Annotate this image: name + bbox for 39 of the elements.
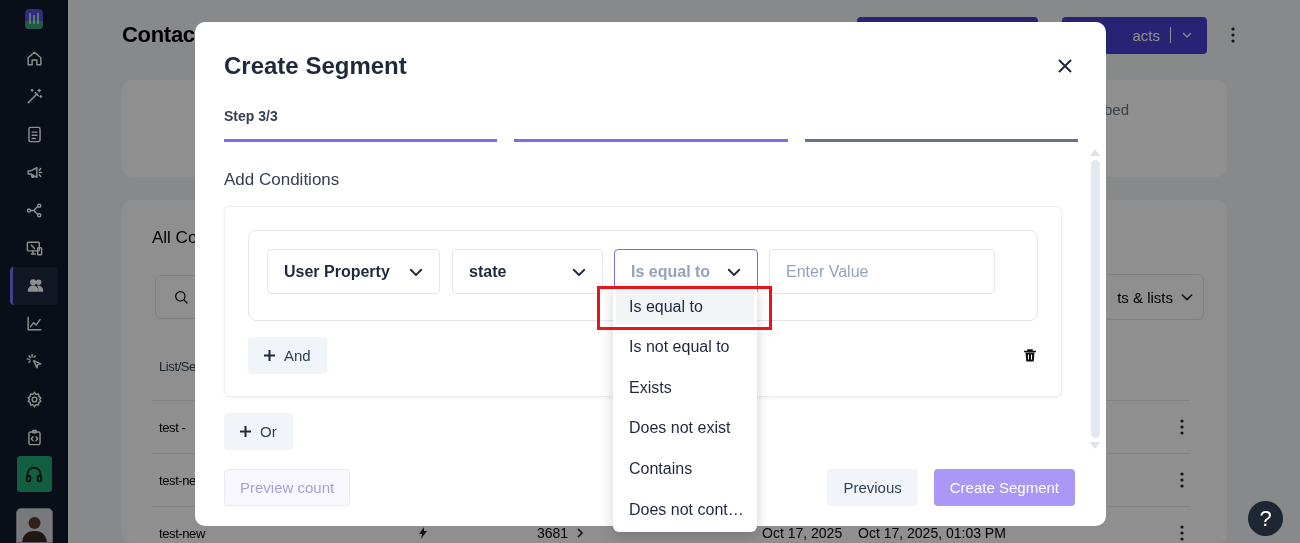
secondary-button[interactable]: Previous	[827, 469, 918, 506]
line-chart-icon	[24, 314, 44, 334]
page-title: Contac	[122, 22, 196, 48]
step-label: Step 3/3	[224, 108, 278, 124]
dropdown-option[interactable]: Does not cont…	[613, 489, 757, 531]
table-cell: test -	[159, 419, 186, 435]
table-cell: 3681	[537, 525, 569, 541]
section-title: Add Conditions	[224, 170, 340, 190]
more-icon[interactable]	[1180, 525, 1184, 541]
logo-icon	[25, 9, 43, 29]
trash-icon[interactable]	[1024, 349, 1036, 362]
scrollbar-thumb[interactable]	[1090, 160, 1100, 438]
or-button[interactable]: Or	[224, 413, 293, 450]
close-icon[interactable]	[1058, 59, 1072, 73]
more-icon[interactable]	[1180, 472, 1184, 488]
dropdown-option[interactable]: Is equal to	[616, 289, 754, 325]
dropdown-option[interactable]: Contains	[613, 448, 757, 490]
sidebar-item[interactable]	[10, 267, 58, 305]
home-icon	[24, 49, 44, 69]
property-select[interactable]: state	[452, 249, 603, 294]
table-cell: Oct 17, 2025, 01:03 PM	[858, 525, 1006, 541]
property-type-select[interactable]: User Property	[267, 249, 440, 294]
monitor-phone-icon	[24, 238, 44, 258]
chevron-right-icon	[576, 528, 584, 538]
plus-icon	[240, 426, 251, 437]
search-icon	[173, 289, 189, 305]
sidebar-item[interactable]	[16, 456, 52, 493]
more-icon[interactable]	[1231, 27, 1235, 43]
bolt-icon	[418, 527, 428, 539]
plus-icon	[264, 350, 275, 361]
and-button[interactable]: And	[248, 337, 327, 374]
value-input[interactable]: Enter Value	[769, 249, 995, 294]
dialog-title: Create Segment	[224, 52, 407, 80]
table-cell: Oct 17, 2025	[762, 525, 843, 541]
more-icon[interactable]	[1180, 419, 1184, 435]
table-cell: test-new	[159, 525, 205, 541]
dropdown-option[interactable]: Does not exist	[613, 408, 757, 449]
avatar[interactable]	[15, 508, 53, 543]
table-cell: test-ne	[159, 472, 196, 488]
